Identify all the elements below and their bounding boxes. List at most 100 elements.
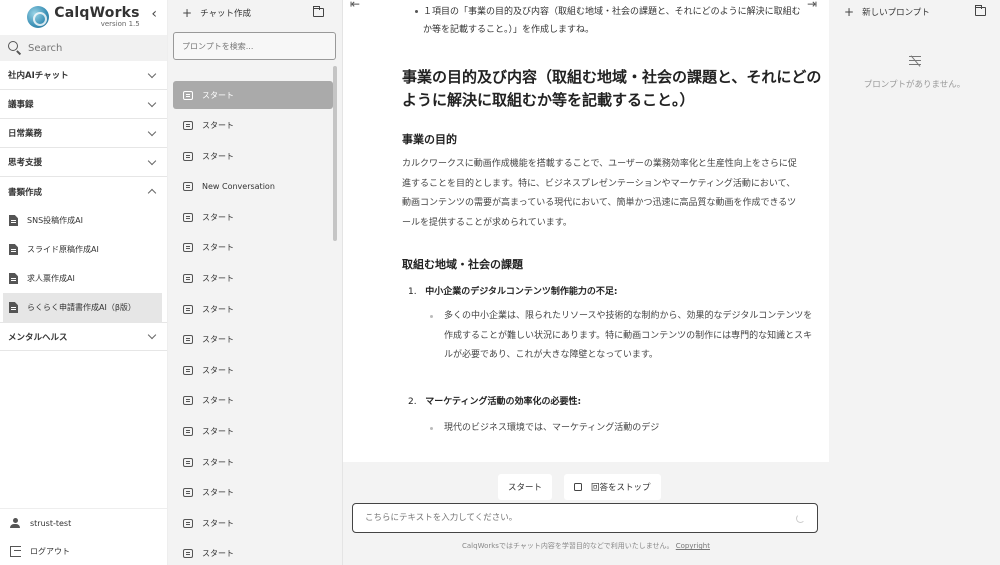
section-title-issues: 取組む地域・社会の課題 bbox=[402, 258, 523, 271]
conversation-item[interactable]: スタート bbox=[168, 540, 336, 565]
category-label: メンタルヘルス bbox=[8, 332, 68, 343]
conversation-search-input[interactable] bbox=[182, 41, 332, 51]
stop-response-button[interactable]: 回答をストップ bbox=[564, 474, 661, 500]
conversation-item[interactable]: New Conversation bbox=[168, 173, 336, 201]
conversation-item[interactable]: スタート bbox=[168, 326, 336, 354]
conversation-item[interactable]: スタート bbox=[168, 234, 336, 262]
conversation-label: スタート bbox=[202, 457, 234, 467]
conversation-item[interactable]: スタート bbox=[168, 203, 336, 231]
logout-button[interactable]: ログアウト bbox=[0, 537, 168, 565]
loading-spinner-icon bbox=[796, 514, 805, 523]
chat-icon bbox=[183, 427, 193, 437]
new-prompt-button[interactable]: + 新しいプロンプト bbox=[829, 0, 1000, 24]
sidebar-item-slide-script[interactable]: スライド原稿作成AI bbox=[0, 235, 167, 264]
chat-icon bbox=[183, 90, 193, 100]
sidebar-item-label: らくらく申請書作成AI（β版） bbox=[27, 303, 136, 312]
chat-icon bbox=[183, 335, 193, 345]
chevron-down-icon bbox=[147, 330, 157, 340]
category-label: 社内AIチャット bbox=[8, 71, 69, 81]
new-folder-icon[interactable] bbox=[313, 6, 324, 17]
chat-icon bbox=[183, 365, 193, 375]
user-icon bbox=[10, 518, 20, 528]
empty-prompts-text: プロンプトがありません。 bbox=[863, 80, 966, 90]
category-daily-work[interactable]: 日常業務 bbox=[0, 119, 167, 148]
response-heading: 事業の目的及び内容（取組む地域・社会の課題と、それにどのように解決に取組むか等を… bbox=[402, 68, 822, 109]
conversation-item[interactable]: スタート bbox=[168, 479, 336, 507]
conversation-item[interactable]: スタート bbox=[168, 295, 336, 323]
conversation-item[interactable]: スタート bbox=[168, 142, 336, 170]
new-folder-icon[interactable] bbox=[975, 5, 986, 16]
conversation-label: スタート bbox=[202, 304, 234, 314]
toggle-right-panel-icon[interactable]: ⇥ bbox=[807, 0, 817, 11]
chat-icon bbox=[183, 182, 193, 192]
brand: CalqWorks version 1.5 ‹ bbox=[0, 0, 167, 34]
message-input[interactable] bbox=[365, 513, 765, 523]
new-chat-button[interactable]: + チャット作成 bbox=[168, 0, 342, 26]
chat-icon bbox=[183, 396, 193, 406]
category-thinking-support[interactable]: 思考支援 bbox=[0, 148, 167, 177]
conversation-item[interactable]: スタート bbox=[168, 387, 336, 415]
chevron-down-icon bbox=[147, 156, 157, 165]
app-name: CalqWorks bbox=[54, 5, 140, 21]
previous-message-bullet: １項目の「事業の目的及び内容（取組む地域・社会の課題と、それにどのように解決に取… bbox=[415, 3, 808, 39]
conversation-item[interactable]: スタート bbox=[168, 418, 336, 446]
category-label: 思考支援 bbox=[8, 158, 43, 168]
conversation-label: スタート bbox=[202, 549, 234, 559]
category-label: 議事録 bbox=[8, 100, 34, 110]
sidebar-item-label: SNS投稿作成AI bbox=[27, 216, 83, 225]
conversation-label: スタート bbox=[202, 488, 234, 498]
conversation-scrollbar[interactable] bbox=[333, 66, 337, 241]
user-area: strust-test ログアウト bbox=[0, 508, 168, 565]
chevron-down-icon bbox=[147, 98, 157, 107]
sidebar-search-input[interactable] bbox=[28, 42, 158, 54]
list-item-1: 1. 中小企業のデジタルコンテンツ制作能力の不足: bbox=[408, 284, 617, 297]
sidebar-item-sns-post[interactable]: SNS投稿作成AI bbox=[0, 206, 167, 235]
plus-icon: + bbox=[844, 5, 855, 19]
conversation-label: スタート bbox=[202, 121, 234, 131]
conversation-label: スタート bbox=[202, 518, 234, 528]
app-version: version 1.5 bbox=[100, 20, 140, 28]
category-document-creation[interactable]: 書類作成 bbox=[0, 177, 167, 206]
stop-label: 回答をストップ bbox=[591, 483, 651, 493]
list-item-2: 2. マーケティング活動の効率化の必要性: bbox=[408, 394, 581, 407]
conversation-item[interactable]: スタート bbox=[168, 448, 336, 476]
section-text-purpose: カルクワークスに動画作成機能を搭載することで、ユーザーの業務効率化と生産性向上を… bbox=[402, 159, 797, 228]
collapse-sidebar-button[interactable]: ‹ bbox=[151, 6, 157, 22]
sidebar-item-job-posting[interactable]: 求人票作成AI bbox=[0, 264, 167, 293]
prompt-panel: + 新しいプロンプト プロンプトがありません。 bbox=[829, 0, 1000, 565]
chat-icon bbox=[183, 151, 193, 161]
start-label: スタート bbox=[508, 483, 543, 493]
conversation-search[interactable] bbox=[173, 32, 336, 60]
stop-icon bbox=[574, 483, 583, 491]
user-name: strust-test bbox=[30, 518, 72, 528]
conversation-item[interactable]: スタート bbox=[168, 265, 336, 293]
list-item-title: マーケティング活動の効率化の必要性: bbox=[425, 397, 582, 407]
conversation-label: スタート bbox=[202, 427, 234, 437]
start-button[interactable]: スタート bbox=[498, 474, 553, 500]
conversation-label: スタート bbox=[202, 90, 234, 100]
sidebar-item-label: 求人票作成AI bbox=[27, 274, 75, 283]
chat-icon bbox=[183, 457, 193, 467]
category-label: 書類作成 bbox=[8, 187, 43, 198]
conversation-label: New Conversation bbox=[202, 182, 275, 192]
chevron-down-icon bbox=[147, 69, 157, 78]
category-internal-ai-chat[interactable]: 社内AIチャット bbox=[0, 61, 167, 90]
toggle-left-panel-icon[interactable]: ⇤ bbox=[350, 0, 360, 11]
logout-label: ログアウト bbox=[30, 546, 70, 556]
message-input-box[interactable] bbox=[352, 503, 818, 533]
footer-text: CalqWorksではチャット内容を学習目的などで利用いたしません。 bbox=[462, 542, 674, 550]
document-icon bbox=[9, 273, 18, 284]
user-account[interactable]: strust-test bbox=[0, 509, 168, 537]
conversation-item[interactable]: スタート bbox=[173, 81, 333, 109]
conversation-item[interactable]: スタート bbox=[168, 112, 336, 140]
sidebar-search[interactable] bbox=[0, 35, 167, 61]
category-mental-health[interactable]: メンタルヘルス bbox=[0, 322, 167, 351]
conversation-item[interactable]: スタート bbox=[168, 509, 336, 537]
category-minutes[interactable]: 議事録 bbox=[0, 90, 167, 119]
conversation-label: スタート bbox=[202, 396, 234, 406]
conversation-item[interactable]: スタート bbox=[168, 356, 336, 384]
new-prompt-label: 新しいプロンプト bbox=[862, 8, 930, 18]
sidebar-item-application-doc[interactable]: らくらく申請書作成AI（β版） bbox=[3, 293, 162, 322]
document-icon bbox=[9, 215, 18, 226]
copyright-link[interactable]: Copyright bbox=[676, 542, 710, 550]
